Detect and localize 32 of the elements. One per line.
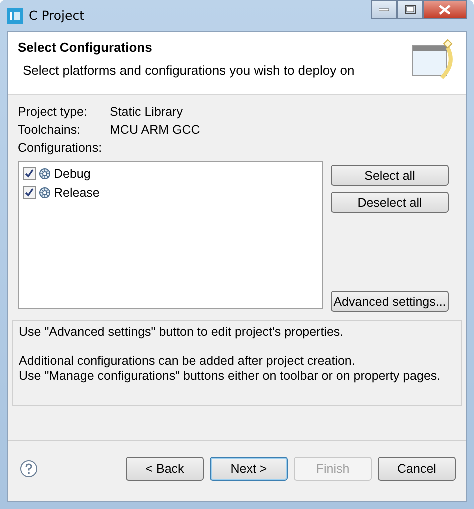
wizard-button[interactable]: < Back — [126, 457, 204, 481]
field-label: Configurations: — [18, 141, 102, 155]
field-value: Static Library — [110, 105, 183, 119]
action-button[interactable]: Deselect all — [331, 192, 449, 213]
page-title: Select Configurations — [18, 40, 154, 55]
gear-icon — [39, 168, 51, 180]
wizard-button[interactable]: Next > — [210, 457, 288, 481]
configuration-item[interactable]: Debug — [23, 164, 318, 183]
checkbox[interactable] — [23, 167, 36, 180]
field-value: MCU ARM GCC — [110, 123, 200, 137]
wizard-button[interactable]: Cancel — [378, 457, 456, 481]
message-text: Use "Advanced settings" button to edit project's properties. — [19, 325, 345, 340]
maximize-icon — [404, 5, 416, 14]
window-title: C Project — [29, 8, 84, 23]
configuration-name: Debug — [54, 166, 91, 180]
field-label: Toolchains: — [18, 123, 82, 137]
message-text: Use "Manage configurations" buttons either on toolbar or on property pages. — [19, 369, 442, 384]
close-button[interactable] — [423, 0, 467, 19]
help-icon[interactable] — [20, 460, 38, 478]
checkbox[interactable] — [23, 186, 36, 199]
maximize-button[interactable] — [397, 0, 423, 19]
gear-icon — [39, 186, 51, 198]
minimize-icon — [379, 8, 389, 12]
page-description: Select platforms and configurations you wish to deploy on — [23, 63, 356, 78]
message-text: Additional configurations can be added after project creation. — [19, 354, 356, 369]
field-label: Project type: — [18, 105, 88, 119]
configuration-item[interactable]: Release — [23, 183, 318, 202]
action-button[interactable]: Advanced settings... — [331, 291, 449, 312]
app-icon — [7, 8, 23, 24]
close-icon — [439, 4, 451, 14]
configuration-name: Release — [54, 186, 100, 200]
action-button[interactable]: Select all — [331, 165, 449, 186]
